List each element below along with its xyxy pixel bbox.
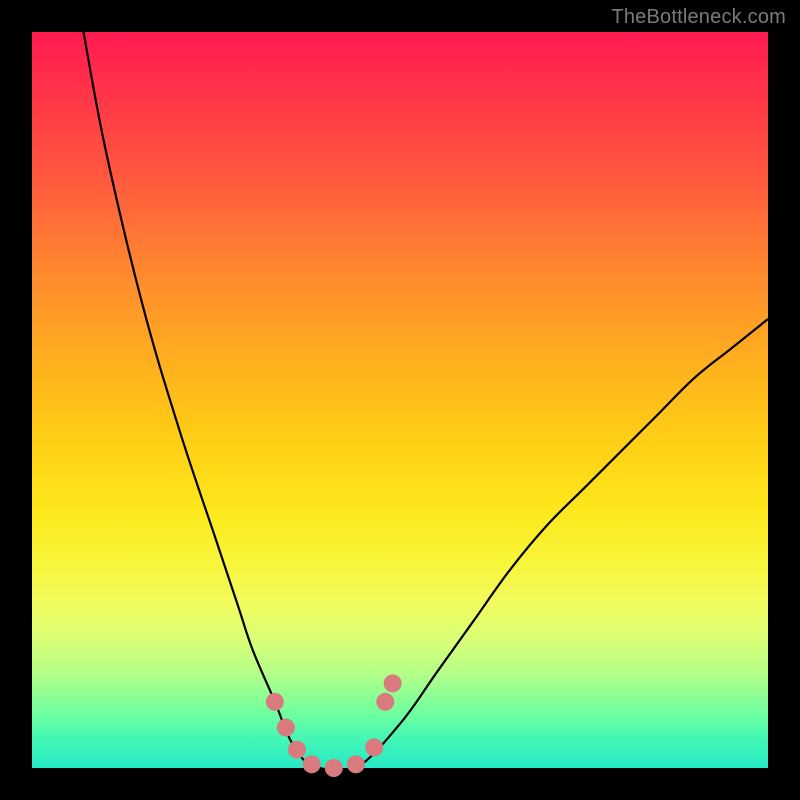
curve-marker [325,759,343,777]
curve-marker [277,719,295,737]
curve-marker [365,738,383,756]
curve-marker [347,755,365,773]
bottleneck-curve [84,32,768,772]
plot-area [32,32,768,768]
curve-markers [266,674,402,777]
curve-marker [266,693,284,711]
curve-svg [32,32,768,768]
curve-marker [303,755,321,773]
chart-frame: TheBottleneck.com [0,0,800,800]
curve-marker [376,693,394,711]
watermark-text: TheBottleneck.com [611,6,786,29]
curve-marker [384,674,402,692]
curve-marker [288,741,306,759]
